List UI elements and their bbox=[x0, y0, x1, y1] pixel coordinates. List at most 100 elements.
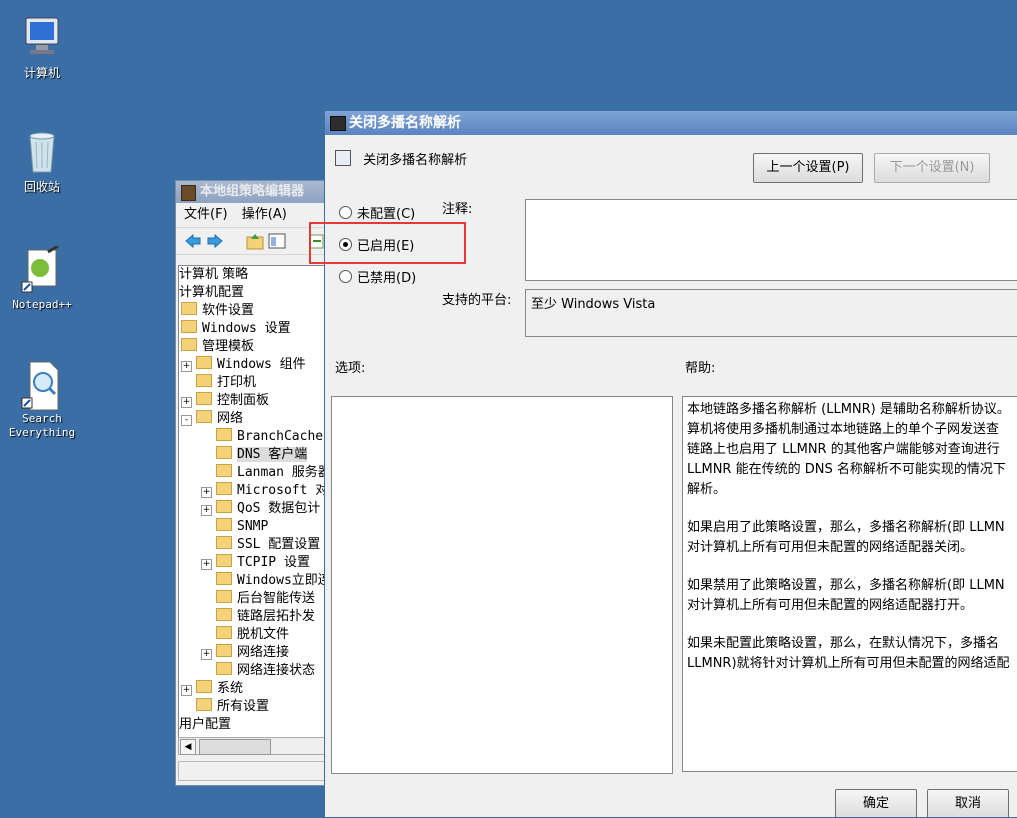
forward-icon[interactable] bbox=[206, 232, 224, 250]
desktop-icon-computer[interactable]: 计算机 bbox=[2, 14, 82, 80]
up-folder-icon[interactable] bbox=[246, 232, 264, 250]
desktop-icon-search-everything[interactable]: Search Everything bbox=[2, 360, 82, 440]
tree-node[interactable]: DNS 客户端 bbox=[179, 446, 335, 464]
tree-node-label: Windows 组件 bbox=[217, 357, 306, 372]
tree-node[interactable]: 后台智能传送 bbox=[179, 590, 335, 608]
enabled-option-highlight bbox=[309, 222, 466, 264]
tree-node[interactable]: Windows 设置 bbox=[179, 320, 335, 338]
tree-node[interactable]: + QoS 数据包计 bbox=[179, 500, 335, 518]
comment-textarea[interactable] bbox=[525, 199, 1017, 281]
menu-file[interactable]: 文件(F) bbox=[184, 207, 228, 222]
expand-icon[interactable]: + bbox=[201, 559, 212, 570]
group-policy-editor-window[interactable]: 本地组策略编辑器 文件(F) 操作(A) 计算机 策略 计算机配置 软件设置 Wind… bbox=[175, 180, 337, 786]
desktop-icon-label: Search Everything bbox=[8, 412, 76, 439]
policy-tree[interactable]: 计算机 策略 计算机配置 软件设置 Windows 设置 管理模板 + Windows 组件… bbox=[178, 265, 336, 747]
radio-label: 已禁用(D) bbox=[357, 271, 417, 286]
tree-node[interactable]: 网络连接状态 bbox=[179, 662, 335, 680]
folder-icon bbox=[196, 410, 212, 423]
expand-icon[interactable]: + bbox=[181, 361, 192, 372]
options-label: 选项: bbox=[335, 361, 366, 376]
search-everything-icon bbox=[18, 360, 66, 411]
gpe-title: 本地组策略编辑器 bbox=[200, 184, 305, 199]
folder-icon bbox=[196, 374, 212, 387]
tree-node-label: 网络 bbox=[217, 411, 244, 426]
tree-node[interactable]: 计算机 策略 bbox=[179, 266, 335, 284]
dialog-title: 关闭多播名称解析 bbox=[349, 115, 461, 131]
tree-node[interactable]: 管理模板 bbox=[179, 338, 335, 356]
show-hide-tree-icon[interactable] bbox=[268, 232, 286, 250]
gpe-app-icon bbox=[181, 185, 196, 201]
tree-node[interactable]: SNMP bbox=[179, 518, 335, 536]
tree-node-label: Windows 设置 bbox=[202, 321, 291, 336]
tree-node[interactable]: 软件设置 bbox=[179, 302, 335, 320]
comment-label: 注释: bbox=[442, 202, 473, 217]
help-paragraph: 如果禁用了此策略设置，那么，多播名称解析(即 LLMN 对计算机上所有可用但未配… bbox=[687, 578, 1005, 613]
desktop-icon-notepadpp[interactable]: Notepad++ bbox=[2, 244, 82, 312]
policy-app-icon bbox=[330, 116, 346, 131]
tree-node[interactable]: Windows立即连 bbox=[179, 572, 335, 590]
next-setting-button[interactable]: 下一个设置(N) bbox=[874, 153, 990, 183]
options-panel[interactable] bbox=[331, 396, 673, 774]
folder-icon bbox=[216, 644, 232, 657]
expand-icon[interactable]: + bbox=[181, 685, 192, 696]
tree-node[interactable]: SSL 配置设置 bbox=[179, 536, 335, 554]
tree-node[interactable]: 用户配置 bbox=[179, 716, 335, 734]
radio-circle bbox=[339, 270, 352, 283]
folder-icon bbox=[196, 698, 212, 711]
scroll-thumb[interactable] bbox=[199, 739, 271, 755]
desktop-icon-recycle-bin[interactable]: 回收站 bbox=[2, 128, 82, 194]
ok-button[interactable]: 确定 bbox=[835, 789, 917, 817]
help-panel[interactable]: 本地链路多播名称解析 (LLMNR) 是辅助名称解析协议。 算机将使用多播机制通… bbox=[682, 396, 1017, 772]
radio-label: 未配置(C) bbox=[357, 207, 416, 222]
tree-node[interactable]: BranchCache bbox=[179, 428, 335, 446]
tree-node[interactable]: + 网络连接 bbox=[179, 644, 335, 662]
expand-icon[interactable]: + bbox=[201, 505, 212, 516]
tree-node-label: 打印机 bbox=[217, 375, 257, 390]
policy-setting-icon bbox=[335, 150, 351, 166]
tree-node[interactable]: + Windows 组件 bbox=[179, 356, 335, 374]
menu-action[interactable]: 操作(A) bbox=[242, 207, 287, 222]
tree-node[interactable]: 所有设置 bbox=[179, 698, 335, 716]
tree-node-label: Lanman 服务器 bbox=[237, 465, 331, 480]
recycle-bin-icon bbox=[18, 128, 66, 176]
tree-node[interactable]: 计算机配置 bbox=[179, 284, 335, 302]
tree-node[interactable]: + Microsoft 对 bbox=[179, 482, 335, 500]
tree-node[interactable]: Lanman 服务器 bbox=[179, 464, 335, 482]
tree-node[interactable]: + 系统 bbox=[179, 680, 335, 698]
tree-node[interactable]: - 网络 bbox=[179, 410, 335, 428]
tree-horizontal-scrollbar[interactable]: ◀ bbox=[178, 737, 330, 755]
collapse-icon[interactable]: - bbox=[181, 415, 192, 426]
tree-node[interactable]: 脱机文件 bbox=[179, 626, 335, 644]
expand-icon[interactable]: + bbox=[201, 487, 212, 498]
gpe-title-bar[interactable]: 本地组策略编辑器 bbox=[176, 181, 336, 203]
tree-node[interactable]: 打印机 bbox=[179, 374, 335, 392]
tree-node-label: 网络连接状态 bbox=[237, 663, 316, 678]
desktop-icon-label: 计算机 bbox=[23, 66, 60, 80]
tree-node-label: 脱机文件 bbox=[237, 627, 290, 642]
tree-node[interactable]: + 控制面板 bbox=[179, 392, 335, 410]
tree-node-label: DNS 客户端 bbox=[237, 447, 308, 462]
radio-disabled[interactable]: 已禁用(D) bbox=[339, 267, 416, 286]
cancel-button[interactable]: 取消 bbox=[927, 789, 1009, 817]
computer-icon bbox=[18, 14, 66, 62]
notepad-plus-plus-icon bbox=[18, 244, 66, 294]
previous-setting-button[interactable]: 上一个设置(P) bbox=[753, 153, 863, 183]
expand-icon[interactable]: + bbox=[181, 397, 192, 408]
back-icon[interactable] bbox=[184, 232, 202, 250]
tree-node-label: Windows立即连 bbox=[237, 573, 331, 588]
desktop-icon-label: Notepad++ bbox=[12, 298, 72, 311]
dialog-title-bar[interactable]: 关闭多播名称解析 bbox=[325, 111, 1017, 135]
radio-not-configured[interactable]: 未配置(C) bbox=[339, 203, 415, 222]
tree-node-label: 网络连接 bbox=[237, 645, 290, 660]
tree-node[interactable]: + TCPIP 设置 bbox=[179, 554, 335, 572]
tree-node[interactable]: 链路层拓扑发 bbox=[179, 608, 335, 626]
tree-node-label: SSL 配置设置 bbox=[237, 537, 321, 552]
tree-node-label: 软件设置 bbox=[202, 303, 255, 318]
folder-icon bbox=[216, 518, 232, 531]
expand-icon[interactable]: + bbox=[201, 649, 212, 660]
scroll-left-arrow-icon[interactable]: ◀ bbox=[180, 739, 196, 755]
tree-node-label: 管理模板 bbox=[202, 339, 255, 354]
tree-node-label: TCPIP 设置 bbox=[237, 555, 310, 570]
policy-setting-dialog[interactable]: 关闭多播名称解析 关闭多播名称解析 上一个设置(P) 下一个设置(N) 未配置(… bbox=[324, 110, 1017, 818]
folder-icon bbox=[216, 572, 232, 585]
